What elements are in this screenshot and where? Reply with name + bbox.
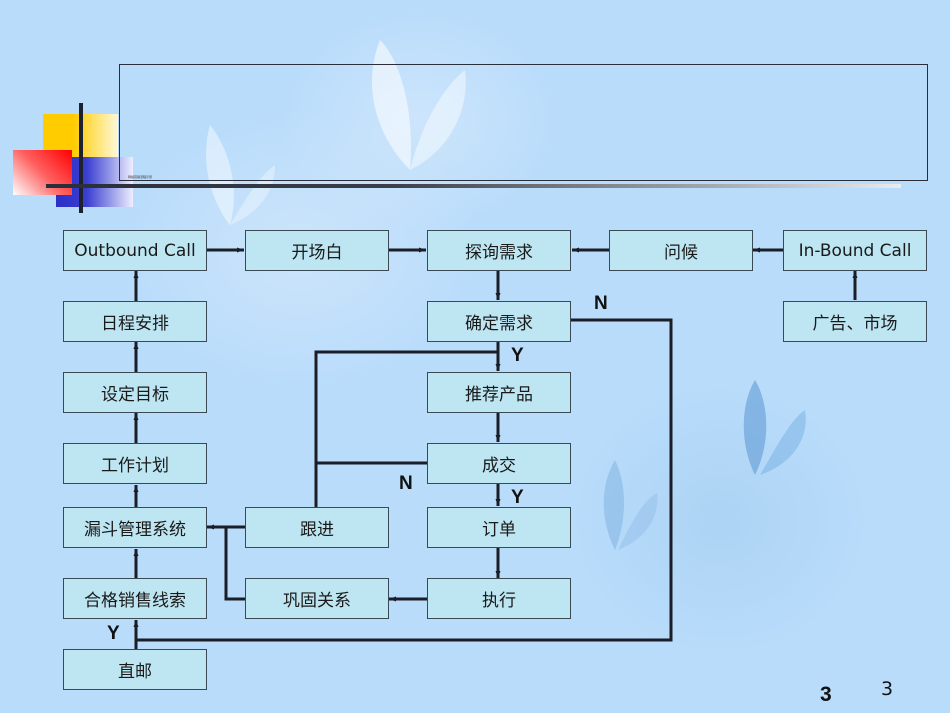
node-label: 推荐产品 (465, 385, 533, 405)
node-label: 探询需求 (465, 243, 533, 263)
page-number: 3 (881, 678, 894, 700)
node-follow-up[interactable]: 跟进 (245, 507, 389, 548)
node-schedule[interactable]: 日程安排 (63, 301, 207, 342)
node-outbound-call[interactable]: Outbound Call (63, 230, 207, 271)
node-label: 工作计划 (101, 456, 169, 476)
node-label: 广告、市场 (812, 314, 898, 334)
node-deal[interactable]: 成交 (427, 443, 571, 484)
node-set-goals[interactable]: 设定目标 (63, 372, 207, 413)
label-confirm-yes: Y (511, 345, 524, 366)
node-direct-mail[interactable]: 直邮 (63, 649, 207, 690)
node-greeting[interactable]: 问候 (609, 230, 753, 271)
node-opening[interactable]: 开场白 (245, 230, 389, 271)
node-label: 问候 (664, 243, 698, 263)
node-inbound-call[interactable]: In-Bound Call (783, 230, 927, 271)
node-probe-needs[interactable]: 探询需求 (427, 230, 571, 271)
node-label: 设定目标 (101, 385, 169, 405)
label-deal-no: N (399, 473, 413, 494)
node-label: 跟进 (300, 520, 334, 540)
node-ads-market[interactable]: 广告、市场 (783, 301, 927, 342)
node-label: Outbound Call (74, 240, 196, 261)
node-label: 订单 (482, 520, 516, 540)
node-label: 日程安排 (101, 314, 169, 334)
edge-consolidate-funnel (224, 527, 246, 601)
node-label: 漏斗管理系统 (84, 520, 186, 540)
node-confirm-needs[interactable]: 确定需求 (427, 301, 571, 342)
node-funnel-system[interactable]: 漏斗管理系统 (63, 507, 207, 548)
node-label: 确定需求 (465, 314, 533, 334)
node-label: 直邮 (118, 662, 152, 682)
node-label: 巩固关系 (283, 591, 351, 611)
page-number-bold: 3 (820, 683, 832, 706)
node-order[interactable]: 订单 (427, 507, 571, 548)
label-mail-yes: Y (107, 623, 120, 644)
node-work-plan[interactable]: 工作计划 (63, 443, 207, 484)
label-deal-yes: Y (511, 487, 524, 508)
node-execute[interactable]: 执行 (427, 578, 571, 619)
node-label: 合格销售线索 (84, 591, 186, 611)
node-label: 开场白 (291, 243, 343, 263)
node-label: 执行 (482, 591, 516, 611)
node-recommend-product[interactable]: 推荐产品 (427, 372, 571, 413)
node-consolidate-relationship[interactable]: 巩固关系 (245, 578, 389, 619)
node-label: In-Bound Call (798, 240, 912, 261)
label-confirm-no: N (594, 293, 608, 314)
node-qualified-leads[interactable]: 合格销售线索 (63, 578, 207, 619)
node-label: 成交 (482, 456, 516, 476)
